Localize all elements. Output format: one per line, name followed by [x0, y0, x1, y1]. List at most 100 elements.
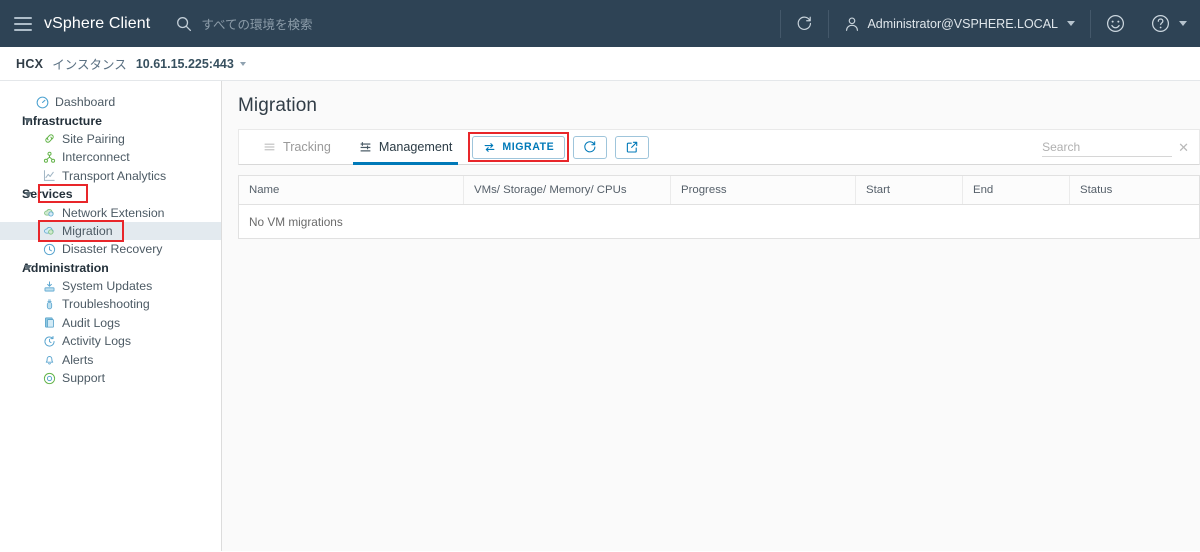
list-icon [264, 143, 275, 150]
chevron-down-icon [24, 265, 32, 271]
migration-icon [42, 224, 56, 238]
troubleshooting-icon [42, 297, 56, 311]
table-header-row: Name VMs/ Storage/ Memory/ CPUs Progress… [239, 176, 1199, 205]
tab-tracking[interactable]: Tracking [249, 130, 345, 164]
breadcrumb: HCX インスタンス 10.61.15.225:443 [0, 47, 1200, 81]
migrate-arrows-icon [484, 142, 495, 152]
global-search[interactable]: すべての環境を検索 [176, 14, 313, 33]
external-link-icon [627, 141, 638, 153]
migrate-button-wrapper: MIGRATE [468, 130, 570, 164]
sidebar-item-interconnect[interactable]: Interconnect [0, 148, 221, 166]
user-icon [846, 16, 859, 31]
refresh-icon [798, 16, 812, 30]
sidebar-item-troubleshooting[interactable]: Troubleshooting [0, 295, 221, 313]
help-button[interactable] [1138, 0, 1200, 47]
sidebar-item-audit-logs[interactable]: Audit Logs [0, 314, 221, 332]
sidebar-item-dashboard[interactable]: Dashboard [0, 93, 221, 111]
sidebar-item-support[interactable]: Support [0, 369, 221, 387]
feedback-button[interactable] [1093, 0, 1138, 47]
sidebar-item-transport-analytics[interactable]: Transport Analytics [0, 167, 221, 185]
activity-logs-icon [42, 334, 56, 348]
disaster-recovery-icon [42, 242, 56, 256]
tab-bar: Tracking Management MIGRATE Search ✕ [238, 129, 1200, 165]
dashboard-gauge-icon [35, 95, 49, 109]
divider [1090, 9, 1091, 38]
sidebar-item-label: Audit Logs [62, 315, 121, 330]
sidebar-item-disaster-recovery[interactable]: Disaster Recovery [0, 240, 221, 258]
body-wrapper: Dashboard Infrastructure Site Pairing In… [0, 81, 1200, 551]
refresh-button[interactable] [783, 0, 826, 47]
system-updates-icon [42, 279, 56, 293]
breadcrumb-instance-value[interactable]: 10.61.15.225:443 [136, 57, 234, 71]
migrate-button[interactable]: MIGRATE [472, 135, 566, 159]
sidebar-item-label: Transport Analytics [62, 168, 167, 183]
breadcrumb-app: HCX [16, 56, 44, 71]
column-header-end[interactable]: End [963, 176, 1070, 204]
sidebar-item-label: Network Extension [62, 205, 165, 220]
network-extension-icon [42, 206, 56, 220]
global-search-placeholder: すべての環境を検索 [201, 18, 313, 32]
hamburger-icon[interactable] [14, 16, 32, 31]
breadcrumb-instance-label: インスタンス [52, 58, 127, 72]
sidebar-item-label: Activity Logs [62, 334, 132, 349]
audit-logs-icon [42, 316, 56, 330]
chevron-down-icon[interactable] [239, 61, 246, 66]
user-name: Administrator@VSPHERE.LOCAL [867, 16, 1058, 31]
column-header-start[interactable]: Start [856, 176, 963, 204]
site-pairing-icon [42, 132, 56, 146]
support-icon [42, 371, 56, 385]
filter-list-icon [360, 141, 371, 151]
tab-management[interactable]: Management [345, 130, 467, 165]
tab-label: Tracking [283, 140, 331, 154]
table-empty-message: No VM migrations [239, 205, 1199, 238]
sidebar-item-alerts[interactable]: Alerts [0, 350, 221, 368]
sidebar-group-label: Infrastructure [22, 113, 102, 128]
sidebar-group-infrastructure[interactable]: Infrastructure [0, 111, 221, 129]
sidebar-item-activity-logs[interactable]: Activity Logs [0, 332, 221, 350]
app-header: vSphere Client すべての環境を検索 Administrator@V… [0, 0, 1200, 47]
sidebar: Dashboard Infrastructure Site Pairing In… [0, 81, 222, 551]
search-input[interactable] [1042, 137, 1173, 157]
chevron-down-icon [1067, 21, 1075, 26]
export-button[interactable] [615, 135, 650, 159]
tab-label: Management [378, 140, 453, 154]
user-menu-button[interactable]: Administrator@VSPHERE.LOCAL [831, 0, 1088, 47]
migration-table: Name VMs/ Storage/ Memory/ CPUs Progress… [238, 175, 1200, 239]
header-right-cluster: Administrator@VSPHERE.LOCAL [778, 0, 1200, 47]
sidebar-item-label: Support [62, 371, 106, 386]
help-icon [1151, 14, 1170, 33]
sidebar-item-system-updates[interactable]: System Updates [0, 277, 221, 295]
table-search: ✕ [1042, 130, 1189, 164]
main-content: Migration Tracking Management MIGRATE Se… [222, 81, 1200, 551]
sidebar-group-administration[interactable]: Administration [0, 259, 221, 277]
migrate-button-label: MIGRATE [502, 141, 555, 153]
sidebar-item-site-pairing[interactable]: Site Pairing [0, 130, 221, 148]
sidebar-item-label: Disaster Recovery [62, 242, 163, 257]
column-header-vms[interactable]: VMs/ Storage/ Memory/ CPUs [464, 176, 671, 204]
column-header-name[interactable]: Name [239, 176, 464, 204]
sidebar-item-network-extension[interactable]: Network Extension [0, 203, 221, 221]
chevron-down-icon [24, 191, 32, 197]
sidebar-item-label: Interconnect [62, 150, 130, 165]
refresh-icon [584, 141, 596, 153]
column-header-progress[interactable]: Progress [671, 176, 856, 204]
interconnect-icon [42, 150, 56, 164]
app-brand: vSphere Client [44, 14, 151, 32]
sidebar-item-label: Troubleshooting [62, 297, 150, 312]
search-icon [177, 16, 192, 31]
divider [780, 9, 782, 38]
sidebar-group-services[interactable]: Services [0, 183, 221, 203]
chevron-down-icon [24, 118, 32, 124]
sidebar-item-label: System Updates [62, 279, 153, 294]
sidebar-item-migration[interactable]: Migration [0, 219, 221, 242]
bell-icon [42, 353, 56, 367]
sidebar-item-label: Migration [62, 223, 113, 238]
sidebar-item-label: Alerts [62, 352, 94, 367]
transport-analytics-icon [42, 169, 56, 183]
chevron-down-icon [1179, 21, 1187, 26]
close-icon[interactable]: ✕ [1178, 141, 1189, 154]
sidebar-item-label: Site Pairing [62, 131, 125, 146]
column-header-status[interactable]: Status [1070, 176, 1199, 204]
refresh-table-button[interactable] [573, 135, 608, 159]
